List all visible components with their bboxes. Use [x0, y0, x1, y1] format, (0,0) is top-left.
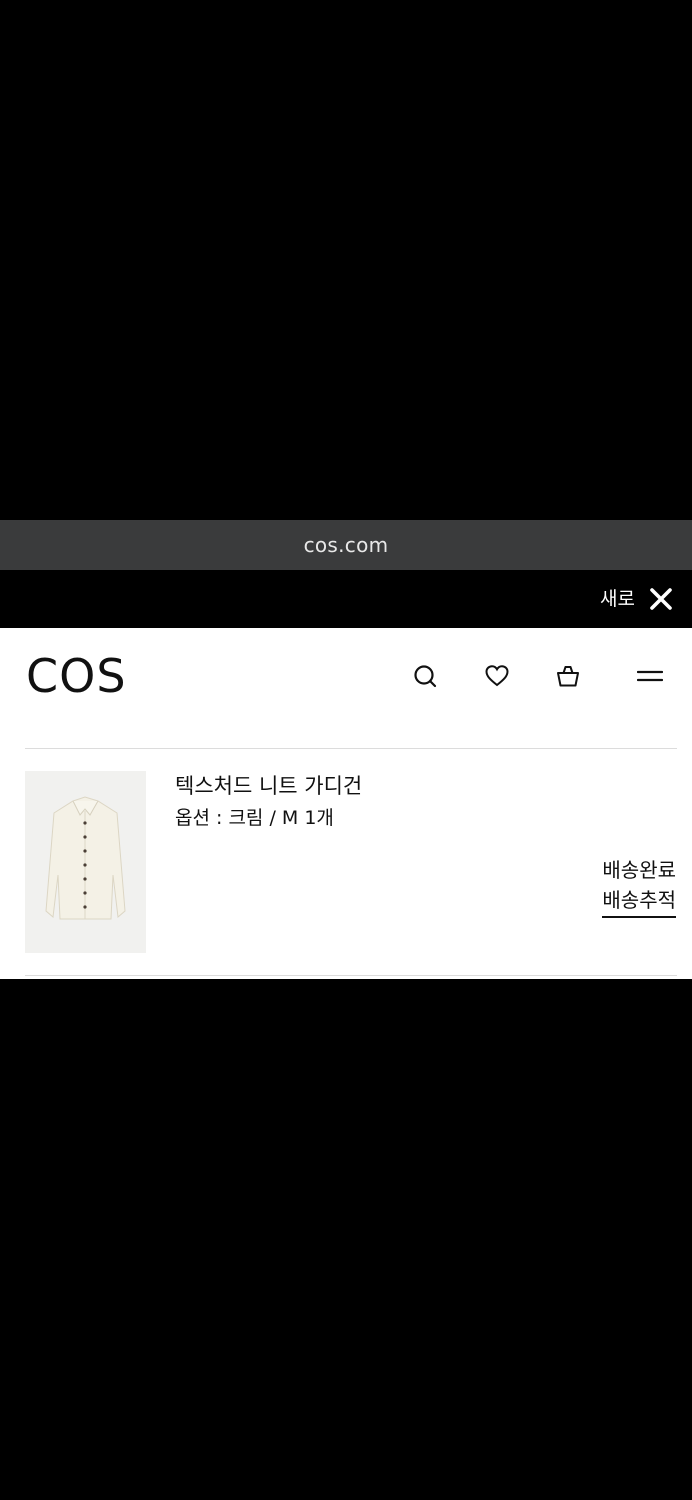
- delivery-status: 배송완료: [602, 858, 676, 882]
- product-thumbnail[interactable]: [25, 771, 146, 953]
- search-icon: [414, 665, 437, 688]
- product-option: 옵션 : 크림 / M 1개: [175, 807, 334, 829]
- bag-icon: [557, 666, 579, 687]
- product-name[interactable]: 텍스처드 니트 가디건: [175, 772, 362, 800]
- menu-button[interactable]: [636, 662, 664, 690]
- divider: [25, 748, 677, 749]
- search-button[interactable]: [411, 662, 439, 690]
- menu-icon: [637, 670, 663, 682]
- url-text: cos.com: [303, 533, 389, 557]
- page: cos.com 새로고침 COS: [0, 0, 692, 1500]
- wishlist-button[interactable]: [483, 662, 511, 690]
- url-bar[interactable]: cos.com: [0, 520, 692, 570]
- close-button[interactable]: [648, 586, 674, 612]
- cos-logo[interactable]: COS: [26, 646, 127, 706]
- divider: [25, 975, 677, 976]
- track-delivery-link[interactable]: 배송추적: [602, 886, 676, 918]
- cardigan-image: [45, 796, 126, 920]
- heart-icon: [485, 665, 509, 687]
- sheet-header: 새로고침: [0, 571, 692, 628]
- order-content: COS 텍스처드 니트 가디건 옵션: 크림 / M 1개 배송완료 배송추적: [0, 628, 692, 979]
- refresh-label[interactable]: 새로고침: [600, 571, 634, 628]
- bag-button[interactable]: [554, 662, 582, 690]
- close-icon: [650, 588, 672, 610]
